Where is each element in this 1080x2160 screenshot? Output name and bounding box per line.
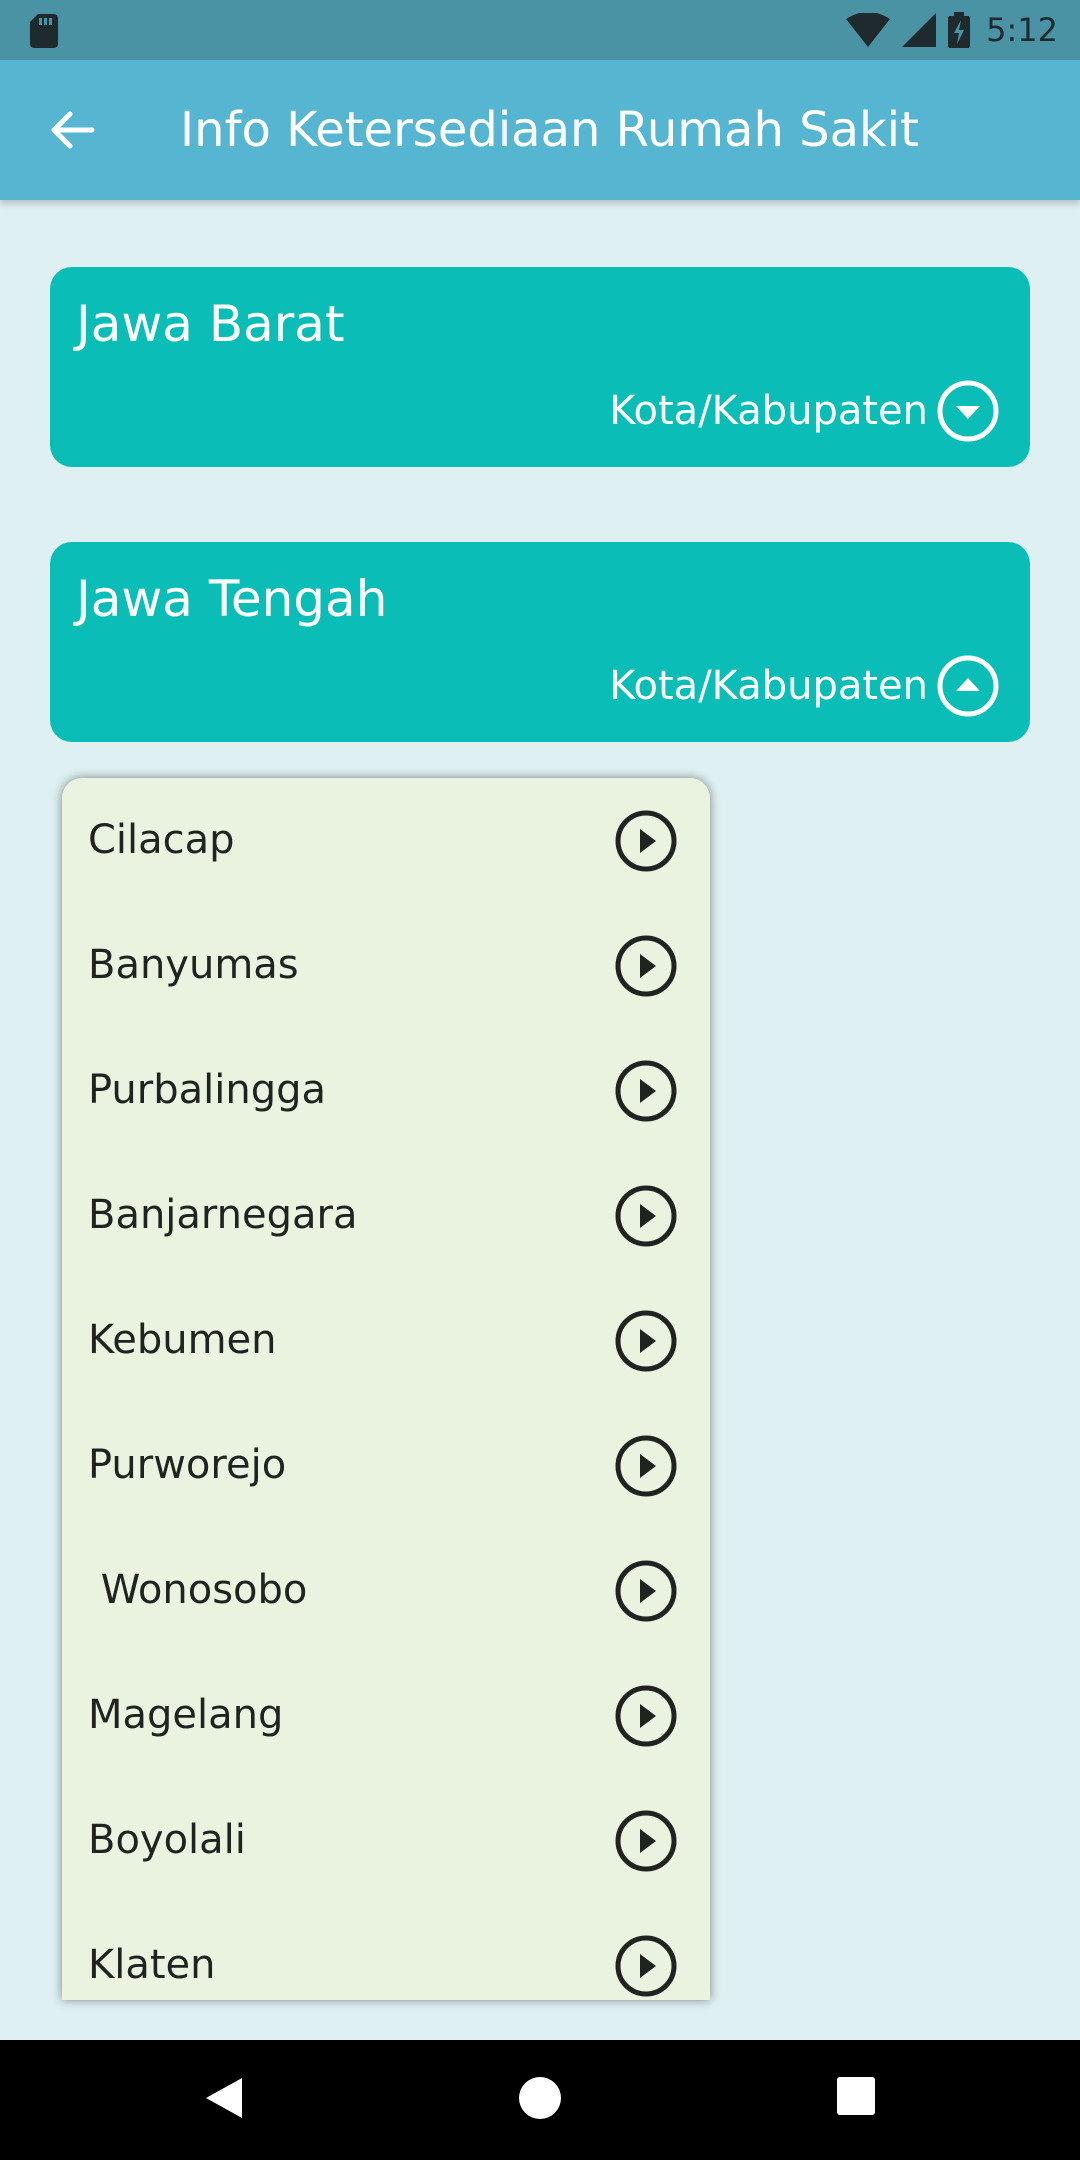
- list-item-cilacap[interactable]: Cilacap: [62, 778, 710, 903]
- signal-icon: [902, 13, 937, 47]
- list-item-label: Cilacap: [88, 817, 235, 863]
- list-item-banjarnegara[interactable]: Banjarnegara: [62, 1153, 710, 1278]
- list-item-label: Magelang: [88, 1692, 284, 1738]
- province-card-jawa-tengah[interactable]: Jawa Tengah Kota/Kabupaten: [50, 542, 1030, 742]
- collapse-toggle[interactable]: Kota/Kabupaten: [609, 654, 1000, 718]
- status-time: 5:12: [986, 11, 1058, 49]
- list-item-kebumen[interactable]: Kebumen: [62, 1278, 710, 1403]
- list-item-magelang[interactable]: Magelang: [62, 1653, 710, 1778]
- list-item-label: Wonosobo: [88, 1567, 308, 1613]
- toggle-label: Kota/Kabupaten: [609, 388, 928, 434]
- play-circle-icon[interactable]: [614, 1684, 678, 1748]
- list-item-label: Banjarnegara: [88, 1192, 358, 1238]
- regency-list[interactable]: Cilacap Banyumas Purbalingga Banjarnegar…: [62, 778, 710, 2000]
- play-circle-icon[interactable]: [614, 1559, 678, 1623]
- nav-recents-icon[interactable]: [836, 2076, 876, 2116]
- list-item-klaten[interactable]: Klaten: [62, 1903, 710, 2000]
- app-bar: Info Ketersediaan Rumah Sakit: [0, 60, 1080, 200]
- back-arrow-icon[interactable]: [46, 104, 98, 156]
- list-item-purworejo[interactable]: Purworejo: [62, 1403, 710, 1528]
- province-card-jawa-barat[interactable]: Jawa Barat Kota/Kabupaten: [50, 267, 1030, 467]
- nav-back-icon[interactable]: [204, 2076, 244, 2120]
- list-item-label: Banyumas: [88, 942, 299, 988]
- play-circle-icon[interactable]: [614, 1434, 678, 1498]
- play-circle-icon[interactable]: [614, 934, 678, 998]
- battery-icon: [948, 12, 971, 48]
- play-circle-icon[interactable]: [614, 1184, 678, 1248]
- status-bar: 5:12: [0, 0, 1080, 60]
- play-circle-icon[interactable]: [614, 809, 678, 873]
- play-circle-icon[interactable]: [614, 1059, 678, 1123]
- play-circle-icon[interactable]: [614, 1934, 678, 1998]
- play-circle-icon[interactable]: [614, 1809, 678, 1873]
- list-item-label: Kebumen: [88, 1317, 277, 1363]
- list-item-boyolali[interactable]: Boyolali: [62, 1778, 710, 1903]
- nav-home-icon[interactable]: [518, 2076, 562, 2120]
- province-name: Jawa Barat: [76, 295, 345, 353]
- system-nav-bar: [0, 2040, 1080, 2160]
- sd-card-icon: [30, 14, 58, 48]
- list-item-banyumas[interactable]: Banyumas: [62, 903, 710, 1028]
- province-name: Jawa Tengah: [76, 570, 388, 628]
- page-title: Info Ketersediaan Rumah Sakit: [180, 102, 919, 158]
- wifi-icon: [846, 13, 891, 47]
- chevron-up-circle-icon: [937, 655, 999, 717]
- list-item-wonosobo[interactable]: Wonosobo: [62, 1528, 710, 1653]
- play-circle-icon[interactable]: [614, 1309, 678, 1373]
- list-item-label: Purworejo: [88, 1442, 287, 1488]
- list-item-label: Klaten: [88, 1942, 216, 1988]
- expand-toggle[interactable]: Kota/Kabupaten: [609, 379, 1000, 443]
- list-item-purbalingga[interactable]: Purbalingga: [62, 1028, 710, 1153]
- list-item-label: Boyolali: [88, 1817, 246, 1863]
- chevron-down-circle-icon: [937, 380, 999, 442]
- toggle-label: Kota/Kabupaten: [609, 663, 928, 709]
- list-item-label: Purbalingga: [88, 1067, 326, 1113]
